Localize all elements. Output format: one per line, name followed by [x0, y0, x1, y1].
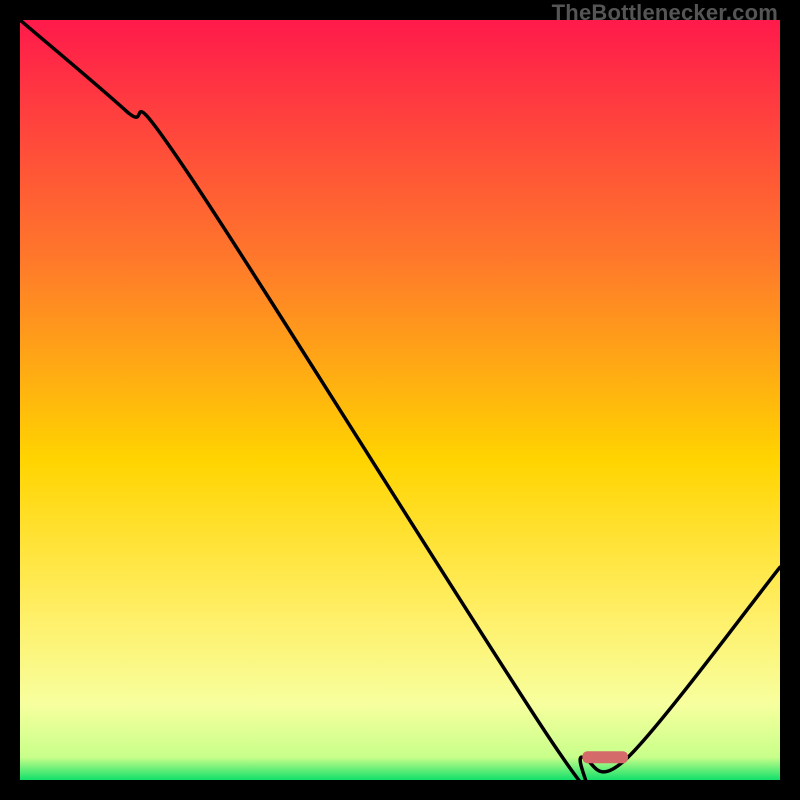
- plot-area: [20, 20, 780, 780]
- gradient-background: [20, 20, 780, 780]
- chart-svg: [20, 20, 780, 780]
- chart-frame: TheBottlenecker.com: [0, 0, 800, 800]
- optimum-marker: [582, 751, 628, 763]
